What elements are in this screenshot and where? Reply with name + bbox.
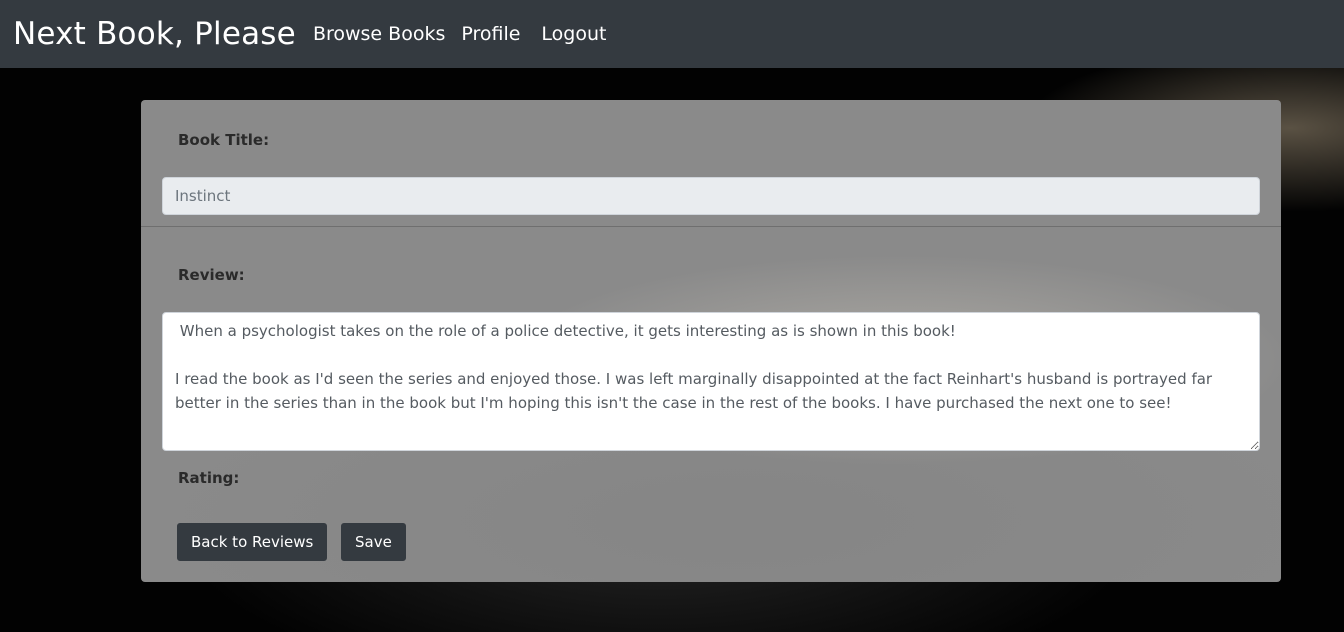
review-textarea[interactable]: When a psychologist takes on the role of… [162,312,1260,451]
review-edit-card: Book Title: Review: When a psychologist … [141,100,1281,582]
nav-logout[interactable]: Logout [541,24,606,44]
book-title-label: Book Title: [178,131,270,149]
nav-profile[interactable]: Profile [461,24,520,44]
brand-logo[interactable]: Next Book, Please [13,18,296,50]
review-label: Review: [178,266,245,284]
navbar: Next Book, Please Browse Books Profile L… [0,0,1344,68]
book-title-input[interactable] [162,177,1260,215]
nav-browse-books[interactable]: Browse Books [313,24,445,44]
back-to-reviews-button[interactable]: Back to Reviews [177,523,328,561]
book-title-section: Book Title: [141,100,1281,227]
rating-label: Rating: [178,469,240,487]
save-button[interactable]: Save [341,523,406,561]
